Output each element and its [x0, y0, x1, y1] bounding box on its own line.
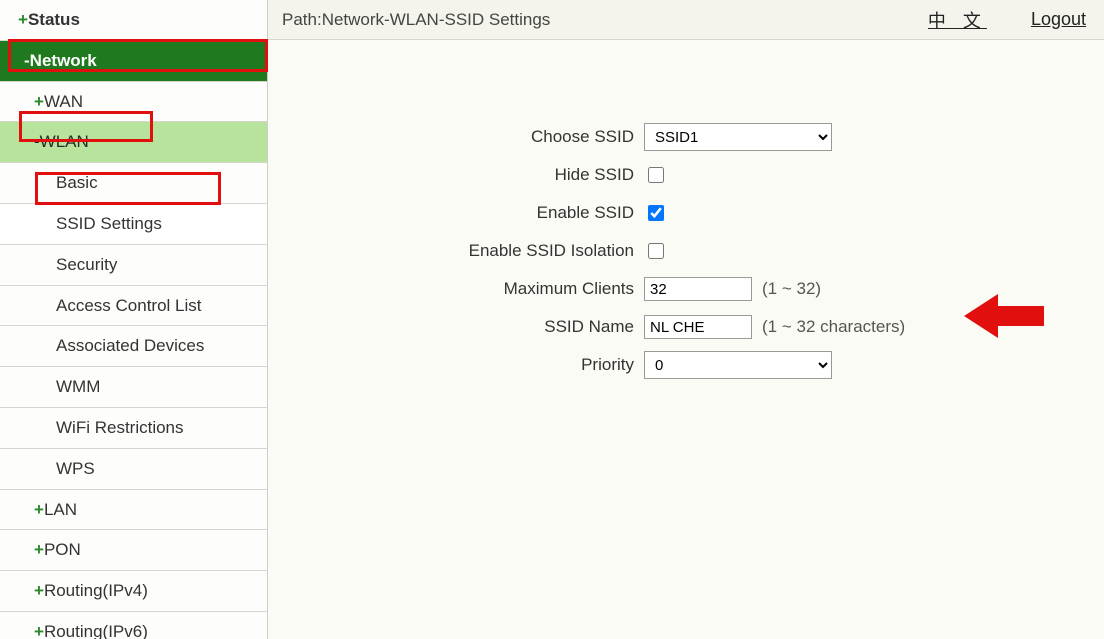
- hide-ssid-checkbox[interactable]: [648, 167, 664, 183]
- sidebar-item-wan[interactable]: +WAN: [0, 82, 267, 123]
- sidebar-label: LAN: [44, 500, 77, 519]
- max-clients-hint: (1 ~ 32): [762, 279, 821, 299]
- ssid-name-input[interactable]: [644, 315, 752, 339]
- expand-icon: +: [34, 500, 44, 519]
- sidebar-item-routing-ipv4[interactable]: +Routing(IPv4): [0, 571, 267, 612]
- priority-label: Priority: [268, 355, 644, 375]
- enable-ssid-checkbox[interactable]: [648, 205, 664, 221]
- sidebar-label: Routing(IPv6): [44, 622, 148, 639]
- sidebar-label: Routing(IPv4): [44, 581, 148, 600]
- enable-isolation-label: Enable SSID Isolation: [268, 241, 644, 261]
- enable-ssid-label: Enable SSID: [268, 203, 644, 223]
- ssid-settings-form: Choose SSID SSID1 Hide SSID Enable SSID: [268, 118, 1104, 384]
- header-bar: Path:Network-WLAN-SSID Settings 中 文 Logo…: [268, 0, 1104, 40]
- priority-select[interactable]: 0: [644, 351, 832, 379]
- sidebar-label: WLAN: [40, 132, 89, 151]
- max-clients-label: Maximum Clients: [268, 279, 644, 299]
- ssid-name-label: SSID Name: [268, 317, 644, 337]
- sidebar-item-associated-devices[interactable]: Associated Devices: [0, 326, 267, 367]
- choose-ssid-select[interactable]: SSID1: [644, 123, 832, 151]
- hide-ssid-label: Hide SSID: [268, 165, 644, 185]
- sidebar-item-acl[interactable]: Access Control List: [0, 286, 267, 327]
- expand-icon: +: [34, 92, 44, 111]
- sidebar-item-lan[interactable]: +LAN: [0, 490, 267, 531]
- sidebar-item-security[interactable]: Security: [0, 245, 267, 286]
- sidebar-label: WAN: [44, 92, 83, 111]
- sidebar-item-wps[interactable]: WPS: [0, 449, 267, 490]
- sidebar-item-wlan[interactable]: -WLAN: [0, 122, 267, 163]
- sidebar-item-wmm[interactable]: WMM: [0, 367, 267, 408]
- sidebar-item-basic[interactable]: Basic: [0, 163, 267, 204]
- ssid-name-hint: (1 ~ 32 characters): [762, 317, 905, 337]
- language-link[interactable]: 中 文: [928, 7, 987, 33]
- enable-isolation-checkbox[interactable]: [648, 243, 664, 259]
- sidebar-label: Network: [30, 51, 97, 70]
- expand-icon: +: [34, 622, 44, 639]
- sidebar: +Status -Network +WAN -WLAN Basic SSID S…: [0, 0, 268, 639]
- expand-icon: +: [18, 10, 28, 29]
- sidebar-label: PON: [44, 540, 81, 559]
- expand-icon: +: [34, 540, 44, 559]
- breadcrumb: Path:Network-WLAN-SSID Settings: [282, 10, 550, 30]
- sidebar-item-wifi-restrictions[interactable]: WiFi Restrictions: [0, 408, 267, 449]
- choose-ssid-label: Choose SSID: [268, 127, 644, 147]
- main-panel: Path:Network-WLAN-SSID Settings 中 文 Logo…: [268, 0, 1104, 639]
- sidebar-item-routing-ipv6[interactable]: +Routing(IPv6): [0, 612, 267, 639]
- sidebar-label: Status: [28, 10, 80, 29]
- sidebar-item-ssid-settings[interactable]: SSID Settings: [0, 204, 267, 245]
- expand-icon: +: [34, 581, 44, 600]
- max-clients-input[interactable]: [644, 277, 752, 301]
- logout-link[interactable]: Logout: [1031, 9, 1086, 30]
- sidebar-item-pon[interactable]: +PON: [0, 530, 267, 571]
- sidebar-item-network[interactable]: -Network: [0, 41, 267, 82]
- sidebar-item-status[interactable]: +Status: [0, 0, 267, 41]
